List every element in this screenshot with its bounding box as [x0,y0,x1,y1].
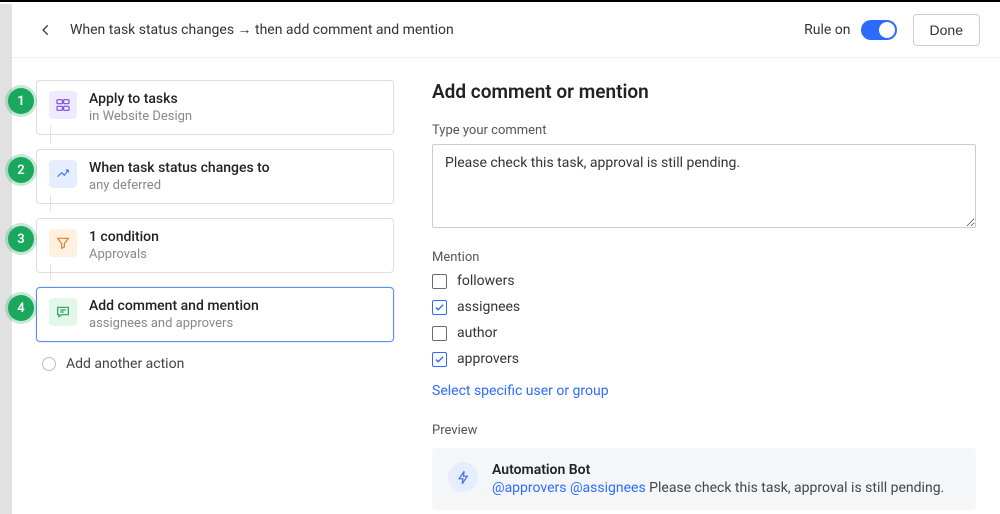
mention-checkbox-author[interactable]: author [432,325,976,341]
scope-icon [49,91,77,119]
filter-icon [49,229,77,257]
preview-card: Automation Bot @approvers @assignees Ple… [432,448,976,510]
app-left-rail [0,4,12,514]
step-number-3: 3 [8,226,34,252]
rule-on-label: Rule on [804,22,850,38]
checkbox-icon [432,300,447,315]
mention-checkbox-followers[interactable]: followers [432,273,976,289]
step-title: 1 condition [89,229,159,245]
mention-checkbox-approvers[interactable]: approvers [432,351,976,367]
comment-icon [49,298,77,326]
panel-title: Add comment or mention [432,80,976,103]
step-connector [50,195,51,212]
preview-body: @approvers @assignees Please check this … [492,480,944,496]
checkbox-icon [432,274,447,289]
step-title: Add comment and mention [89,298,259,314]
preview-text: Please check this task, approval is stil… [649,480,944,496]
checkbox-icon [432,326,447,341]
comment-input[interactable] [432,144,976,228]
breadcrumb: When task status changes → then add comm… [70,21,804,38]
mention-option-label: author [457,325,497,341]
step-subtitle: any deferred [89,178,270,193]
step-number-1: 1 [8,88,34,114]
done-button[interactable]: Done [913,14,980,46]
radio-unselected-icon [42,357,56,371]
add-another-label: Add another action [66,356,184,372]
step-card-action[interactable]: Add comment and mention assignees and ap… [36,287,394,342]
mention-checkbox-assignees[interactable]: assignees [432,299,976,315]
preview-mentions: @approvers @assignees [492,480,646,496]
add-another-action[interactable]: Add another action [42,356,394,372]
step-card-condition[interactable]: 1 condition Approvals [36,218,394,273]
comment-field-label: Type your comment [432,123,976,138]
step-number-2: 2 [8,157,34,183]
checkbox-icon [432,352,447,367]
rule-steps-column: 1 Apply to tasks in Website Design 2 [24,80,394,510]
mention-label: Mention [432,250,976,265]
select-user-group-link[interactable]: Select specific user or group [432,383,609,399]
mention-option-label: assignees [457,299,520,315]
back-button[interactable] [34,18,58,42]
step-subtitle: in Website Design [89,109,192,124]
step-subtitle: Approvals [89,247,159,262]
preview-label: Preview [432,423,976,438]
rule-header: When task status changes → then add comm… [0,2,1000,58]
preview-author: Automation Bot [492,462,944,478]
bolt-icon [448,462,478,492]
step-number-4: 4 [8,295,34,321]
mention-option-label: approvers [457,351,519,367]
step-card-trigger[interactable]: When task status changes to any deferred [36,149,394,204]
step-title: Apply to tasks [89,91,192,107]
step-card-scope[interactable]: Apply to tasks in Website Design [36,80,394,135]
step-connector [50,264,51,281]
action-config-panel: Add comment or mention Type your comment… [394,80,976,510]
step-connector [50,126,51,143]
chevron-left-icon [39,23,53,37]
trigger-icon [49,160,77,188]
step-subtitle: assignees and approvers [89,316,259,331]
rule-toggle-group: Rule on [804,20,896,40]
step-title: When task status changes to [89,160,270,176]
mention-option-label: followers [457,273,515,289]
rule-on-toggle[interactable] [861,20,897,40]
